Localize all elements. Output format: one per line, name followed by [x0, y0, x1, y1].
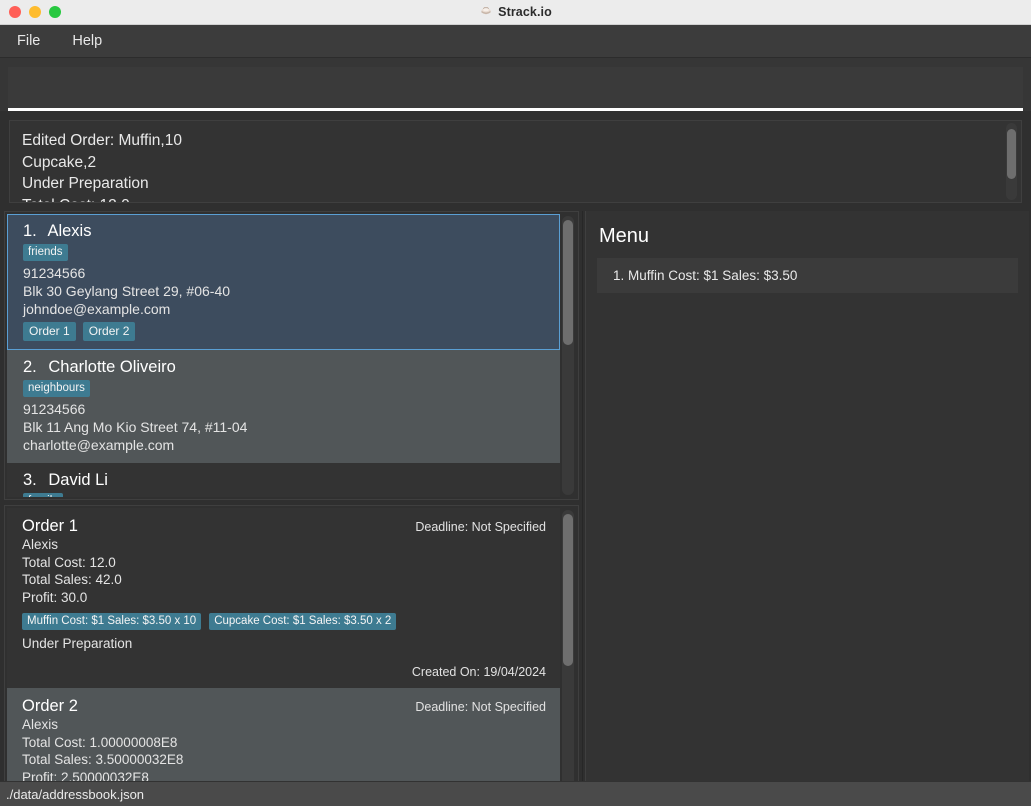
- person-tag[interactable]: family: [23, 493, 64, 497]
- person-tag-row: friends: [23, 244, 548, 261]
- menu-panel: Menu 1. Muffin Cost: $1 Sales: $3.50: [585, 211, 1029, 794]
- person-tag-row: family: [23, 493, 548, 497]
- close-button[interactable]: [9, 6, 21, 18]
- command-box-container: [0, 58, 1031, 111]
- order-title: Order 1: [22, 517, 78, 535]
- left-column: 1. Alexis friends 91234566 Blk 30 Geylan…: [0, 211, 583, 794]
- command-box[interactable]: [8, 67, 1023, 111]
- menu-list-item[interactable]: 1. Muffin Cost: $1 Sales: $3.50: [597, 258, 1018, 293]
- menu-help[interactable]: Help: [69, 31, 105, 51]
- order-header: Order 1 Deadline: Not Specified: [22, 517, 546, 536]
- person-phone: 91234566: [23, 401, 86, 417]
- order-list[interactable]: Order 1 Deadline: Not Specified Alexis T…: [7, 508, 560, 790]
- order-status: Under Preparation: [22, 636, 133, 651]
- order-list-scrollbar-thumb[interactable]: [563, 514, 573, 666]
- order-profit: Profit: 30.0: [22, 589, 88, 605]
- main-content: 1. Alexis friends 91234566 Blk 30 Geylan…: [0, 211, 1031, 794]
- command-input[interactable]: [8, 81, 1023, 111]
- person-index: 1.: [23, 222, 37, 240]
- zoom-button[interactable]: [49, 6, 61, 18]
- order-customer: Alexis: [22, 537, 59, 552]
- order-deadline: Deadline: Not Specified: [415, 700, 546, 714]
- menu-panel-title: Menu: [599, 225, 650, 247]
- person-name-row: 3. David Li: [23, 471, 548, 490]
- person-list-panel: 1. Alexis friends 91234566 Blk 30 Geylan…: [4, 211, 579, 500]
- person-name: Alexis: [47, 222, 92, 240]
- person-name-row: 2. Charlotte Oliveiro: [23, 358, 548, 377]
- cake-icon: [481, 7, 491, 15]
- person-email: charlotte@example.com: [23, 437, 175, 453]
- order-deadline: Deadline: Not Specified: [415, 520, 546, 534]
- menu-bar: File Help: [0, 25, 1031, 58]
- person-tag[interactable]: friends: [23, 244, 68, 261]
- order-total-sales: Total Sales: 3.50000032E8: [22, 752, 184, 767]
- person-name: David Li: [48, 471, 108, 489]
- person-address: Blk 11 Ang Mo Kio Street 74, #11-04: [23, 419, 248, 435]
- traffic-light-group: [0, 6, 61, 18]
- person-order-chip[interactable]: Order 1: [23, 322, 76, 341]
- order-header: Order 2 Deadline: Not Specified: [22, 697, 546, 716]
- order-total-cost: Total Cost: 1.00000008E8: [22, 734, 178, 750]
- order-item-chip-row: Muffin Cost: $1 Sales: $3.50 x 10 Cupcak…: [22, 613, 546, 630]
- order-customer: Alexis: [22, 717, 59, 732]
- window-title: Strack.io: [498, 5, 552, 19]
- order-card[interactable]: Order 1 Deadline: Not Specified Alexis T…: [7, 508, 560, 688]
- result-display-panel: Edited Order: Muffin,10 Cupcake,2 Under …: [9, 120, 1022, 203]
- person-index: 2.: [23, 358, 37, 376]
- result-scrollbar-thumb[interactable]: [1007, 129, 1016, 179]
- menu-file[interactable]: File: [14, 31, 43, 51]
- person-phone: 91234566: [23, 265, 86, 281]
- person-tag-row: neighbours: [23, 380, 548, 397]
- window-titlebar: Strack.io: [0, 0, 1031, 25]
- window-title-group: Strack.io: [0, 5, 1031, 19]
- person-card[interactable]: 1. Alexis friends 91234566 Blk 30 Geylan…: [7, 214, 560, 350]
- order-total-sales: Total Sales: 42.0: [22, 572, 122, 587]
- person-card[interactable]: 2. Charlotte Oliveiro neighbours 9123456…: [7, 350, 560, 463]
- person-name-row: 1. Alexis: [23, 222, 548, 241]
- minimize-button[interactable]: [29, 6, 41, 18]
- person-list[interactable]: 1. Alexis friends 91234566 Blk 30 Geylan…: [7, 214, 560, 497]
- order-card[interactable]: Order 2 Deadline: Not Specified Alexis T…: [7, 688, 560, 790]
- person-order-chip[interactable]: Order 2: [82, 322, 136, 341]
- person-card[interactable]: 3. David Li family: [7, 463, 560, 497]
- order-list-panel: Order 1 Deadline: Not Specified Alexis T…: [4, 505, 579, 793]
- person-index: 3.: [23, 471, 37, 489]
- person-order-chip-row: Order 1 Order 2: [23, 322, 548, 341]
- order-title: Order 2: [22, 697, 78, 715]
- person-address: Blk 30 Geylang Street 29, #06-40: [23, 283, 231, 299]
- status-bar: ./data/addressbook.json: [0, 781, 1031, 806]
- order-item-chip[interactable]: Muffin Cost: $1 Sales: $3.50 x 10: [22, 613, 202, 630]
- order-total-cost: Total Cost: 12.0: [22, 554, 116, 570]
- person-tag[interactable]: neighbours: [23, 380, 90, 397]
- order-item-chip[interactable]: Cupcake Cost: $1 Sales: $3.50 x 2: [209, 613, 397, 630]
- person-email: johndoe@example.com: [23, 301, 171, 317]
- result-display-text: Edited Order: Muffin,10 Cupcake,2 Under …: [22, 132, 182, 202]
- person-list-scrollbar-thumb[interactable]: [563, 220, 573, 345]
- order-created-on: Created On: 19/04/2024: [411, 665, 546, 679]
- save-location-path: ./data/addressbook.json: [6, 786, 145, 802]
- person-name: Charlotte Oliveiro: [48, 358, 176, 376]
